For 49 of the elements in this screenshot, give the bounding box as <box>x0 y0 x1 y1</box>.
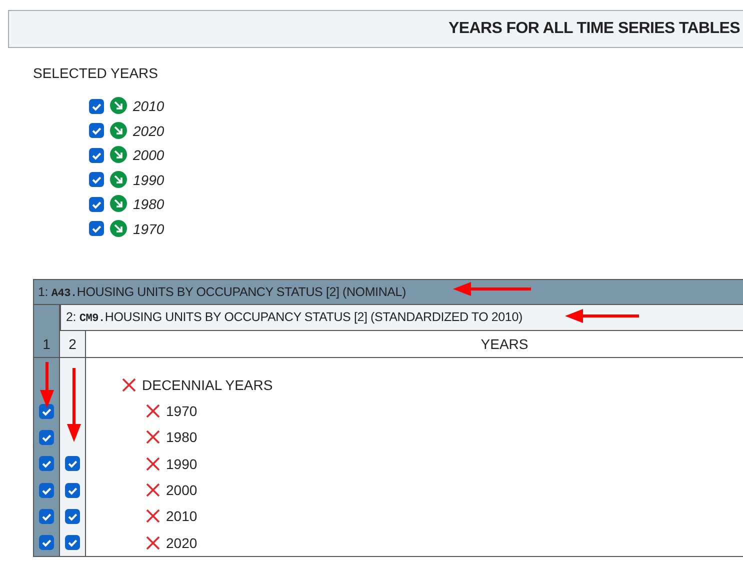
checkbox[interactable] <box>39 535 54 550</box>
arrow-circle-icon[interactable] <box>110 170 127 188</box>
table-cell <box>60 358 86 398</box>
checkbox[interactable] <box>65 456 80 472</box>
arrow-circle-icon[interactable] <box>110 195 127 212</box>
column-header: YEARS <box>480 336 528 352</box>
page-title: YEARS FOR ALL TIME SERIES TABLES <box>448 20 740 38</box>
arrow-circle-icon[interactable] <box>110 97 127 114</box>
cross-icon <box>146 509 160 524</box>
cross-icon <box>146 536 160 550</box>
year-label: 2010 <box>166 508 198 524</box>
checkbox[interactable] <box>65 508 80 524</box>
arrow-circle-icon[interactable] <box>110 122 127 138</box>
year-label: 2000 <box>133 147 164 164</box>
year-label: 1980 <box>166 429 198 446</box>
year-label: 1970 <box>166 403 198 420</box>
checkbox[interactable] <box>89 123 104 138</box>
checkbox[interactable] <box>39 508 54 524</box>
checkbox[interactable] <box>65 482 80 498</box>
year-label: 2000 <box>166 482 198 498</box>
year-label: 2020 <box>166 534 198 551</box>
column-header: 2 <box>60 331 86 358</box>
checkbox[interactable] <box>89 98 104 114</box>
checkbox[interactable] <box>65 535 80 550</box>
checkbox[interactable] <box>39 482 54 498</box>
group-label: DECENNIAL YEARS <box>142 377 273 393</box>
checkbox[interactable] <box>89 172 104 188</box>
year-label: 1980 <box>133 196 164 212</box>
checkbox[interactable] <box>89 148 104 163</box>
year-label: 2010 <box>133 98 164 114</box>
checkbox[interactable] <box>89 196 104 212</box>
checkbox[interactable] <box>89 221 104 236</box>
arrow-circle-icon[interactable] <box>110 146 127 163</box>
section-label: SELECTED YEARS <box>33 65 160 81</box>
year-label: 2020 <box>133 122 164 139</box>
year-label: 1990 <box>133 172 164 188</box>
cross-icon <box>146 456 160 471</box>
checkbox[interactable] <box>39 430 54 445</box>
cross-icon <box>146 430 160 444</box>
year-label: 1970 <box>133 220 164 237</box>
checkbox[interactable] <box>39 404 54 419</box>
arrow-circle-icon[interactable] <box>110 220 127 236</box>
cross-icon <box>146 404 160 418</box>
year-label: 1990 <box>166 456 198 472</box>
column-header: 1 <box>34 331 60 358</box>
cross-icon <box>122 378 136 392</box>
arrow-annotation <box>40 362 54 408</box>
cross-icon <box>146 483 160 498</box>
checkbox[interactable] <box>39 456 54 472</box>
